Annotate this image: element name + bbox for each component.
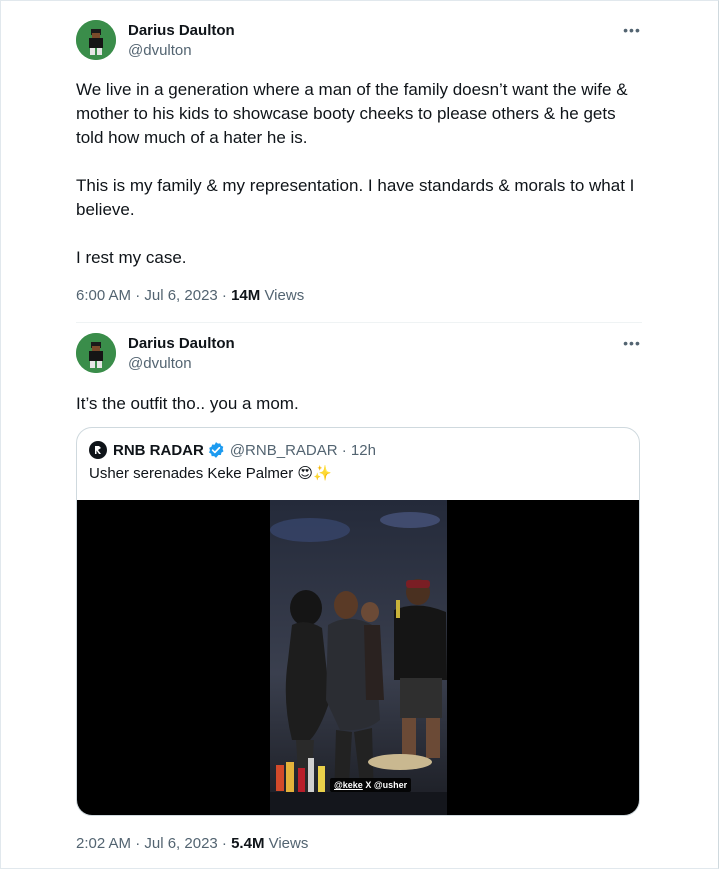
video-frame[interactable]: @keke X @usher bbox=[270, 500, 447, 815]
views-count[interactable]: 5.4M bbox=[231, 835, 264, 852]
tweet-meta: 2:02 AM · Jul 6, 2023 · 5.4M Views bbox=[76, 834, 308, 854]
video-caption-tag: @keke X @usher bbox=[330, 778, 412, 792]
author-block: Darius Daulton @dvulton bbox=[128, 334, 235, 373]
quoted-tweet[interactable]: RNB RADAR @RNB_RADAR · 12h Usher serenad… bbox=[76, 427, 640, 816]
quoted-tweet-text: Usher serenades Keke Palmer 😍✨ bbox=[89, 465, 332, 482]
rnb-radar-logo-icon bbox=[89, 441, 107, 459]
video-tag-keke: @keke bbox=[334, 780, 363, 790]
author-block: Darius Daulton @dvulton bbox=[128, 21, 235, 60]
quoted-author-handle[interactable]: @RNB_RADAR · 12h bbox=[230, 442, 376, 459]
avatar[interactable] bbox=[76, 333, 116, 373]
avatar[interactable] bbox=[76, 20, 116, 60]
author-handle[interactable]: @dvulton bbox=[128, 41, 235, 60]
video-thumbnail bbox=[270, 500, 447, 815]
tweet-paragraph: I rest my case. bbox=[76, 248, 187, 267]
timestamp[interactable]: 2:02 AM · Jul 6, 2023 · bbox=[76, 835, 231, 852]
avatar-image bbox=[76, 333, 116, 373]
quoted-tweet-header: RNB RADAR @RNB_RADAR · 12h bbox=[89, 439, 376, 461]
views-count[interactable]: 14M bbox=[231, 287, 260, 304]
verified-badge-icon bbox=[207, 441, 225, 459]
tweet-paragraph: This is my family & my representation. I… bbox=[76, 176, 635, 219]
tweet-paragraph: We live in a generation where a man of t… bbox=[76, 80, 628, 147]
tweet-text: It’s the outfit tho.. you a mom. bbox=[76, 394, 299, 413]
video-tag-usher: X @usher bbox=[362, 780, 408, 790]
views-label: Views bbox=[260, 287, 305, 304]
divider bbox=[76, 322, 642, 323]
author-handle[interactable]: @dvulton bbox=[128, 354, 235, 373]
timestamp[interactable]: 6:00 AM · Jul 6, 2023 · bbox=[76, 287, 231, 304]
more-horizontal-icon[interactable]: ••• bbox=[618, 336, 646, 350]
video-player[interactable]: @keke X @usher bbox=[77, 500, 639, 815]
author-name[interactable]: Darius Daulton bbox=[128, 334, 235, 353]
more-horizontal-icon[interactable]: ••• bbox=[618, 23, 646, 37]
tweet-text: We live in a generation where a man of t… bbox=[76, 78, 646, 270]
author-name[interactable]: Darius Daulton bbox=[128, 21, 235, 40]
tweet-meta: 6:00 AM · Jul 6, 2023 · 14M Views bbox=[76, 286, 304, 306]
views-label: Views bbox=[264, 835, 309, 852]
quoted-author-name[interactable]: RNB RADAR bbox=[113, 442, 204, 459]
avatar-image bbox=[76, 20, 116, 60]
